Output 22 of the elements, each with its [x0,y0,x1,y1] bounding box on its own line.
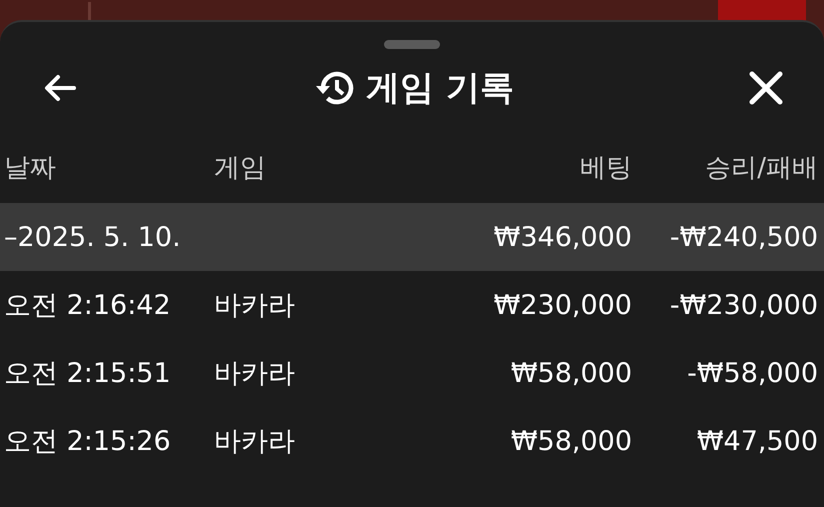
table-cell-text: -₩58,000 [686,358,818,388]
table-cell-text: ₩58,000 [510,426,632,456]
table-cell-text: 오전 2:15:51 [4,357,172,391]
date-group-row[interactable]: –2025. 5. 10. ₩346,000 -₩240,500 [0,203,824,271]
column-header: 베팅 [579,152,632,184]
table-cell-text: 오전 2:15:26 [4,425,172,459]
column-header: 게임 [214,152,267,184]
table-cell-text: 오전 2:16:42 [4,289,172,323]
group-bet-total: ₩346,000 [492,222,632,252]
drag-handle[interactable] [384,40,440,49]
table-cell-text: 바카라 [214,425,296,459]
table-cell-text: ₩58,000 [510,358,632,388]
table-cell-text: 바카라 [214,289,296,323]
column-header: 승리/패배 [704,152,818,184]
table-cell-text: 바카라 [214,357,296,391]
column-header: 날짜 [4,152,57,184]
group-result-total: -₩240,500 [668,222,818,252]
table-cell-text: ₩230,000 [492,290,632,320]
table-cell-text: -₩230,000 [668,290,818,320]
group-date: –2025. 5. 10. [4,222,182,252]
table-cell-text: ₩47,500 [696,426,818,456]
sheet-title: 게임 기록 [366,67,514,110]
